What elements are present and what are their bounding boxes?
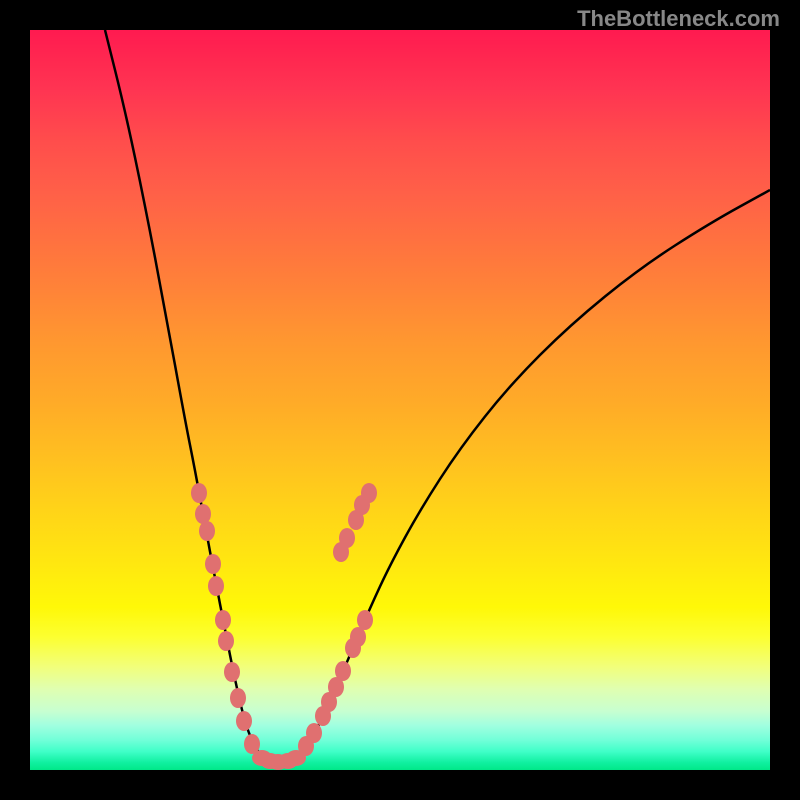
data-point-marker bbox=[230, 688, 246, 708]
data-point-marker bbox=[224, 662, 240, 682]
data-point-marker bbox=[306, 723, 322, 743]
bottleneck-curve bbox=[105, 30, 770, 762]
data-point-marker bbox=[208, 576, 224, 596]
data-point-marker bbox=[191, 483, 207, 503]
data-point-marker bbox=[199, 521, 215, 541]
data-point-marker bbox=[195, 504, 211, 524]
chart-svg bbox=[30, 30, 770, 770]
chart-area bbox=[30, 30, 770, 770]
data-point-marker bbox=[357, 610, 373, 630]
watermark-text: TheBottleneck.com bbox=[577, 6, 780, 32]
data-point-marker bbox=[205, 554, 221, 574]
data-point-marker bbox=[361, 483, 377, 503]
data-point-marker bbox=[218, 631, 234, 651]
data-markers bbox=[191, 483, 377, 770]
data-point-marker bbox=[236, 711, 252, 731]
data-point-marker bbox=[339, 528, 355, 548]
data-point-marker bbox=[335, 661, 351, 681]
data-point-marker bbox=[215, 610, 231, 630]
data-point-marker bbox=[350, 627, 366, 647]
